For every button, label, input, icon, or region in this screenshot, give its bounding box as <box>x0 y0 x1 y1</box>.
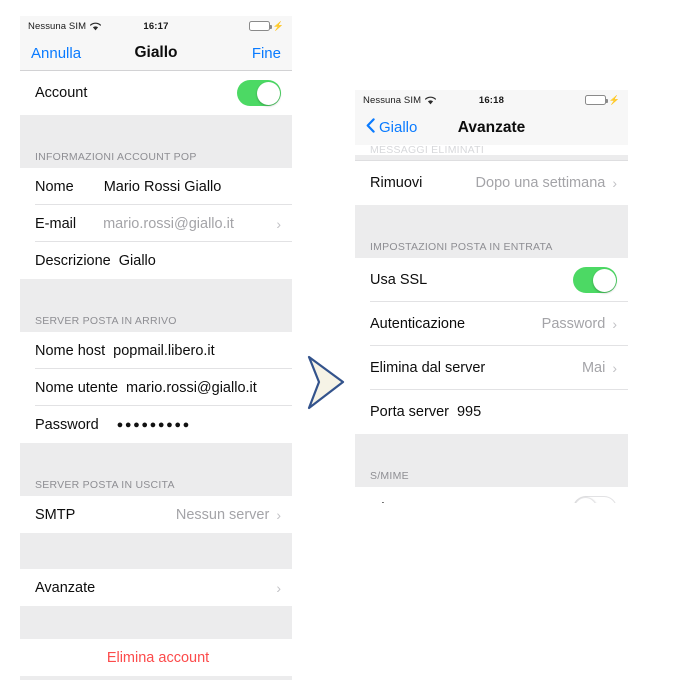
group-gap <box>355 205 628 237</box>
row-value-nome-utente: mario.rossi@giallo.it <box>126 379 257 396</box>
row-label-password: Password <box>35 416 99 433</box>
row-label-smime: S/MIME <box>370 501 422 503</box>
section-header-incoming-server: SERVER POSTA IN ARRIVO <box>20 311 292 332</box>
chevron-right-icon: › <box>612 360 617 376</box>
row-label-nome-utente: Nome utente <box>35 379 119 396</box>
cancel-button[interactable]: Annulla <box>31 45 81 62</box>
row-label-porta-server: Porta server <box>370 404 449 420</box>
battery-icon <box>248 21 272 31</box>
row-smime[interactable]: S/MIME <box>355 487 628 503</box>
scrolled-section-header: MESSAGGI ELIMINATI <box>355 145 628 155</box>
status-right-group: ⚡ <box>584 94 620 105</box>
row-value-smtp: Nessun server <box>175 506 270 523</box>
lightning-bolt-icon: ⚡ <box>608 94 620 105</box>
chevron-left-icon <box>366 118 375 137</box>
account-toggle-row[interactable]: Account <box>20 71 292 115</box>
row-value-elimina-dal-server: Mai <box>581 360 606 376</box>
row-value-rimuovi: Dopo una settimana <box>475 175 606 191</box>
smime-toggle-switch[interactable] <box>573 496 617 503</box>
row-nome-host[interactable]: Nome host popmail.libero.it <box>20 332 292 369</box>
group-gap <box>20 115 292 147</box>
status-bar-right: Nessuna SIM 16:18 ⚡ <box>355 90 628 110</box>
lightning-bolt-icon: ⚡ <box>272 20 284 31</box>
group-gap <box>20 279 292 311</box>
row-avanzate[interactable]: Avanzate › <box>20 569 292 606</box>
row-label-nome: Nome <box>35 178 74 195</box>
row-password[interactable]: Password ●●●●●●●●● <box>20 406 292 443</box>
row-value-password: ●●●●●●●●● <box>116 418 191 431</box>
row-autenticazione[interactable]: Autenticazione Password › <box>355 302 628 346</box>
row-label-autenticazione: Autenticazione <box>370 316 466 332</box>
section-header-inbox-settings: IMPOSTAZIONI POSTA IN ENTRATA <box>355 237 628 258</box>
row-value-nome: Mario Rossi Giallo <box>103 178 222 195</box>
group-gap <box>20 606 292 639</box>
row-label-elimina-dal-server: Elimina dal server <box>370 360 486 376</box>
back-button[interactable]: Giallo <box>366 118 417 137</box>
nav-bar-left: Annulla Giallo Fine <box>20 36 292 71</box>
status-bar-left: Nessuna SIM 16:17 ⚡ <box>20 16 292 36</box>
chevron-right-arrow-icon <box>307 355 345 410</box>
group-gap <box>20 533 292 569</box>
row-label-usa-ssl: Usa SSL <box>370 272 428 288</box>
row-rimuovi[interactable]: Rimuovi Dopo una settimana › <box>355 161 628 205</box>
done-button[interactable]: Fine <box>252 45 281 62</box>
chevron-right-icon: › <box>276 579 281 596</box>
group-gap-bottom <box>20 676 292 680</box>
row-label-avanzate: Avanzate <box>35 579 96 596</box>
row-email[interactable]: E-mail mario.rossi@giallo.it › <box>20 205 292 242</box>
row-label-email: E-mail <box>35 215 77 232</box>
group-gap <box>20 443 292 475</box>
row-nome[interactable]: Nome Mario Rossi Giallo <box>20 168 292 205</box>
row-nome-utente[interactable]: Nome utente mario.rossi@giallo.it <box>20 369 292 406</box>
phone-screen-account-detail: Nessuna SIM 16:17 ⚡ Annulla Giallo Fine … <box>20 16 292 680</box>
row-value-porta-server: 995 <box>456 404 482 420</box>
delete-account-label: Elimina account <box>106 649 210 666</box>
back-button-label: Giallo <box>379 119 418 136</box>
section-header-smime: S/MIME <box>355 466 628 487</box>
row-label-descrizione: Descrizione <box>35 252 111 269</box>
nav-bar-right: Giallo Avanzate <box>355 110 628 145</box>
account-toggle-label: Account <box>35 85 88 101</box>
status-right-group: ⚡ <box>248 20 284 31</box>
row-elimina-dal-server[interactable]: Elimina dal server Mai › <box>355 346 628 390</box>
row-usa-ssl[interactable]: Usa SSL <box>355 258 628 302</box>
row-value-email: mario.rossi@giallo.it <box>103 215 234 232</box>
row-value-nome-host: popmail.libero.it <box>113 342 215 359</box>
row-porta-server[interactable]: Porta server 995 <box>355 390 628 434</box>
row-smtp[interactable]: SMTP Nessun server › <box>20 496 292 533</box>
account-toggle-switch[interactable] <box>237 80 281 106</box>
delete-account-button[interactable]: Elimina account <box>20 639 292 676</box>
section-header-outgoing-server: SERVER POSTA IN USCITA <box>20 475 292 496</box>
phone-screen-advanced-settings: Nessuna SIM 16:18 ⚡ Giallo Avanzate MESS… <box>355 90 628 503</box>
section-header-account-info: INFORMAZIONI ACCOUNT POP <box>20 147 292 168</box>
row-label-smtp: SMTP <box>35 506 76 523</box>
chevron-right-icon: › <box>612 316 617 332</box>
chevron-right-icon: › <box>612 175 617 191</box>
group-gap <box>355 434 628 466</box>
row-value-autenticazione: Password <box>541 316 606 332</box>
flow-arrow <box>303 354 349 412</box>
row-descrizione[interactable]: Descrizione Giallo <box>20 242 292 279</box>
chevron-right-icon: › <box>276 215 281 232</box>
row-value-descrizione: Giallo <box>118 252 156 269</box>
row-label-nome-host: Nome host <box>35 342 106 359</box>
chevron-right-icon: › <box>276 506 281 523</box>
battery-icon <box>584 95 608 105</box>
usa-ssl-toggle-switch[interactable] <box>573 267 617 293</box>
row-label-rimuovi: Rimuovi <box>370 175 423 191</box>
